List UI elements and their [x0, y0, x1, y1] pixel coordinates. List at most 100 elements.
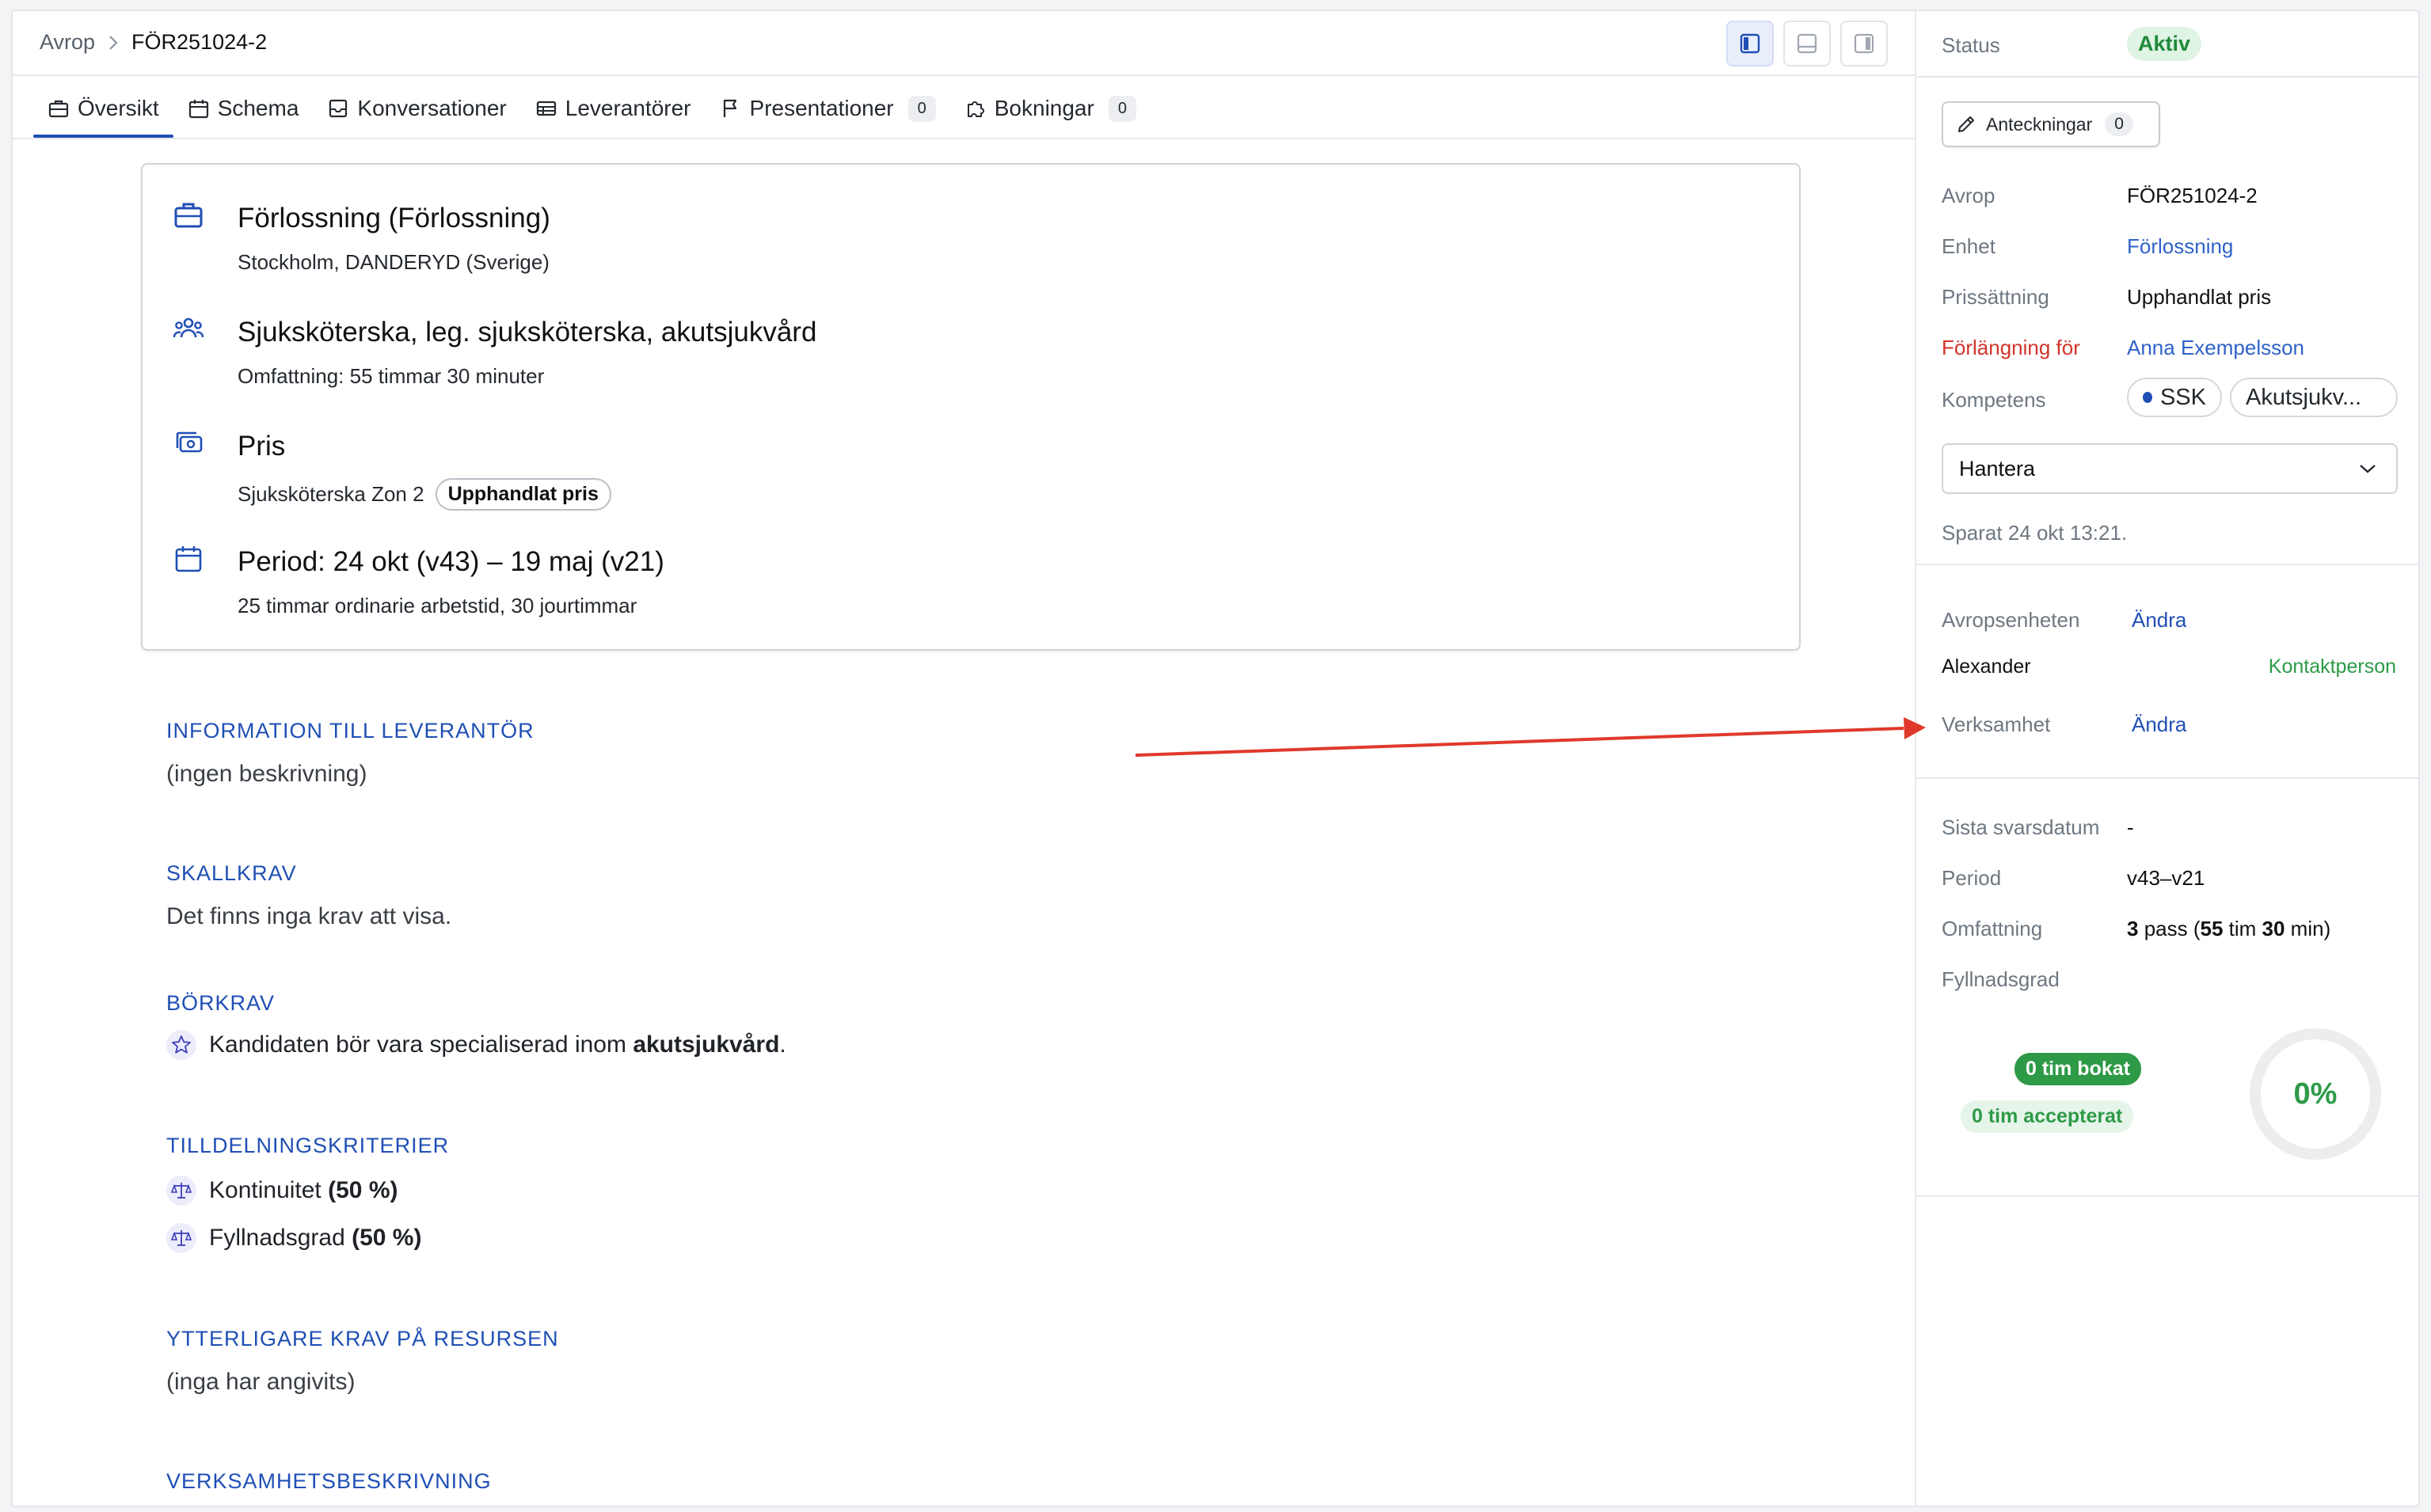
sidebar-divider: [1916, 76, 2418, 78]
status-badge: Aktiv: [2127, 27, 2202, 61]
fill-rate-gauge: 0%: [2247, 1026, 2383, 1162]
period-value: v43–v21: [2127, 866, 2205, 890]
fill-rate-label: Fyllnadsgrad: [1942, 967, 2060, 991]
notes-button[interactable]: Anteckningar 0: [1942, 101, 2160, 147]
saved-timestamp: Sparat 24 okt 13:21.: [1942, 521, 2128, 545]
chip-label: SSK: [2159, 384, 2206, 410]
section-information: INFORMATION TILL LEVERANTÖR (ingen beskr…: [166, 719, 535, 788]
section-text: (inga har angivits): [166, 1369, 356, 1395]
calendar-icon: [173, 543, 204, 579]
summary-unit-title: Förlossning (Förlossning): [238, 203, 550, 234]
tab-label: Bokningar: [994, 96, 1094, 120]
breadcrumb-current: FÖR251024-2: [131, 30, 268, 54]
chevron-down-icon: [2360, 465, 2376, 473]
flag-icon: [723, 99, 736, 117]
chip-label: Akutsjukv...: [2246, 384, 2362, 410]
top-bar: Avrop FÖR251024-2: [13, 11, 1915, 76]
sidebar-divider: [1916, 777, 2418, 779]
tabs-divider: [13, 138, 1915, 139]
fill-rate-percent: 0%: [2293, 1077, 2338, 1111]
price-type-badge: Upphandlat pris: [435, 478, 611, 511]
layout-right-panel-button[interactable]: [1840, 21, 1888, 66]
section-title: INFORMATION TILL LEVERANTÖR: [166, 719, 535, 743]
contact-person-role: Kontaktperson: [2268, 655, 2396, 678]
section-title: VERKSAMHETSBESKRIVNING: [166, 1469, 492, 1493]
section-business-description: VERKSAMHETSBESKRIVNING: [166, 1469, 492, 1494]
competence-chip-akutsjukvard[interactable]: Akutsjukv...: [2230, 378, 2398, 417]
briefcase-icon: [48, 100, 69, 118]
unit-change-link[interactable]: Ändra: [2132, 608, 2186, 633]
criteria-text: Fyllnadsgrad (50 %): [209, 1225, 421, 1252]
layout-left-panel-button[interactable]: [1726, 21, 1774, 66]
summary-card: Förlossning (Förlossning) Stockholm, DAN…: [141, 163, 1801, 651]
section-award-criteria: TILLDELNINGSKRITERIER Kontinuitet (50 %)…: [166, 1134, 449, 1253]
scope-minutes-unit: min): [2285, 917, 2331, 940]
section-text: (ingen beskrivning): [166, 761, 367, 787]
puzzle-icon: [967, 101, 984, 117]
tab-oversikt[interactable]: Översikt: [33, 79, 173, 138]
criteria-weight: (50 %): [328, 1177, 398, 1203]
accepted-hours-badge: 0 tim accepterat: [1961, 1100, 2134, 1133]
period-label: Period: [1942, 866, 2002, 890]
tab-label: Schema: [217, 96, 299, 120]
criteria-item: Kontinuitet (50 %): [166, 1176, 449, 1206]
tab-count-badge: 0: [1108, 95, 1136, 122]
booked-hours-badge: 0 tim bokat: [2014, 1053, 2141, 1085]
section-text: Det finns inga krav att visa.: [166, 903, 452, 929]
enhet-link[interactable]: Förlossning: [2127, 234, 2233, 259]
money-icon: [173, 427, 204, 463]
summary-role-scope: Omfattning: 55 timmar 30 minuter: [238, 364, 544, 389]
pencil-icon: [1958, 116, 1974, 132]
panel-bottom-icon: [1797, 33, 1817, 54]
summary-period-hours: 25 timmar ordinarie arbetstid, 30 jourti…: [238, 594, 637, 618]
users-icon: [173, 313, 204, 349]
scope-hours: 55: [2200, 917, 2224, 940]
business-change-link[interactable]: Ändra: [2132, 712, 2186, 737]
notes-label: Anteckningar: [1986, 113, 2093, 135]
star-icon: [166, 1030, 196, 1060]
requirement-text: Kandidaten bör vara specialiserad inom a…: [209, 1031, 786, 1058]
section-title: BÖRKRAV: [166, 991, 276, 1015]
summary-price-zone: Sjuksköterska Zon 2: [238, 482, 424, 506]
section-title: TILLDELNINGSKRITERIER: [166, 1134, 450, 1157]
layout-bottom-panel-button[interactable]: [1783, 21, 1831, 66]
summary-period-title: Period: 24 okt (v43) – 19 maj (v21): [238, 546, 664, 577]
summary-unit-location: Stockholm, DANDERYD (Sverige): [238, 250, 550, 275]
breadcrumb: Avrop FÖR251024-2: [40, 30, 267, 55]
table-icon: [536, 101, 556, 116]
tab-label: Konversationer: [357, 96, 507, 120]
inbox-icon: [329, 99, 348, 118]
section-title: SKALLKRAV: [166, 861, 297, 885]
chevron-right-icon: [108, 35, 119, 51]
requirement-text-bold: akutsjukvård: [633, 1031, 780, 1058]
tab-presentationer[interactable]: Presentationer 0: [706, 79, 950, 138]
tab-konversationer[interactable]: Konversationer: [313, 79, 520, 138]
deadline-label: Sista svarsdatum: [1942, 815, 2100, 839]
manage-dropdown[interactable]: Hantera: [1942, 443, 2398, 494]
sidebar-right-icon: [1854, 33, 1874, 54]
pricing-value: Upphandlat pris: [2127, 285, 2272, 309]
extension-person-link[interactable]: Anna Exempelsson: [2127, 336, 2304, 360]
extension-label: Förlängning för: [1942, 336, 2080, 359]
requirement-text-suffix: .: [779, 1031, 786, 1058]
tab-bokningar[interactable]: Bokningar 0: [950, 79, 1151, 138]
tab-label: Leverantörer: [565, 96, 691, 120]
tab-schema[interactable]: Schema: [173, 79, 314, 138]
criteria-name: Kontinuitet: [209, 1177, 321, 1203]
scale-icon: [166, 1176, 196, 1206]
breadcrumb-root-link[interactable]: Avrop: [40, 30, 95, 55]
requirement-text-prefix: Kandidaten bör vara specialiserad inom: [209, 1031, 633, 1058]
section-must-requirements: SKALLKRAV Det finns inga krav att visa.: [166, 861, 451, 930]
dot-icon: [2143, 392, 2152, 403]
sidebar-divider: [1916, 564, 2418, 565]
tab-label: Presentationer: [749, 96, 894, 120]
competence-chip-ssk[interactable]: SSK: [2127, 378, 2222, 417]
business-label: Verksamhet: [1942, 712, 2051, 736]
scope-shifts: 3: [2127, 917, 2139, 940]
tab-leverantorer[interactable]: Leverantörer: [521, 79, 706, 138]
calendar-icon: [188, 100, 208, 119]
status-label: Status: [1942, 33, 2000, 57]
briefcase-icon: [173, 199, 204, 235]
manage-dropdown-value: Hantera: [1959, 456, 2036, 481]
deadline-value: -: [2127, 815, 2134, 839]
